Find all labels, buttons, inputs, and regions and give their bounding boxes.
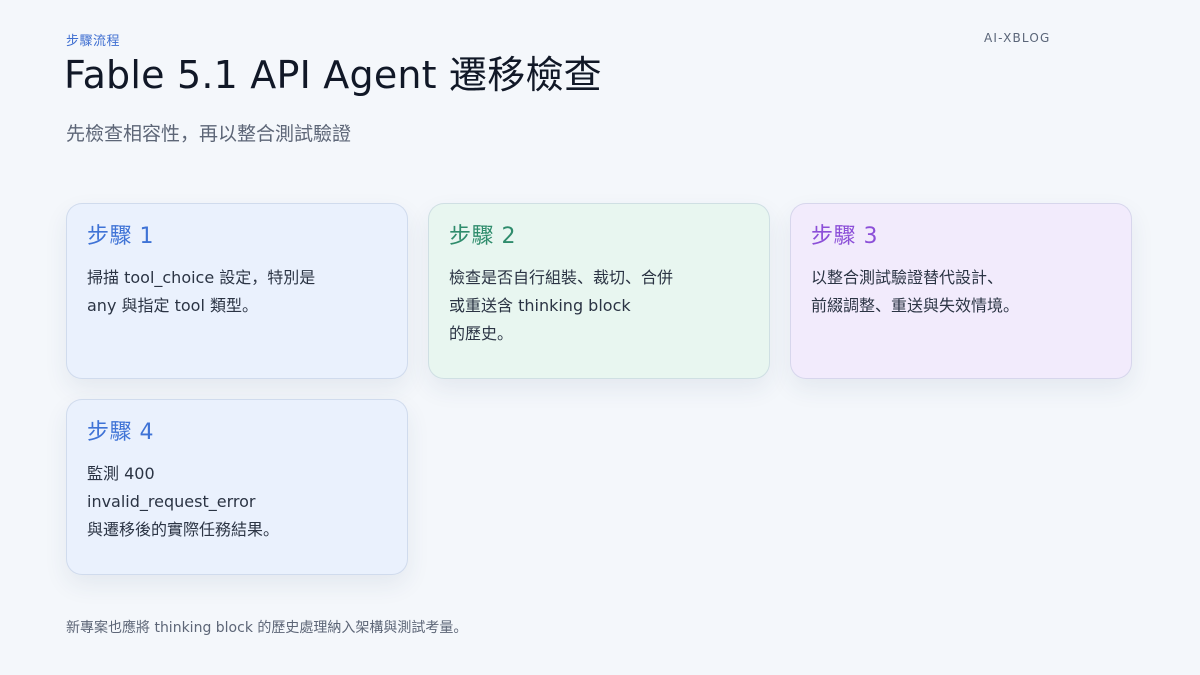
- step-card-2: 步驟 2 檢查是否自行組裝、裁切、合併 或重送含 thinking block …: [428, 203, 770, 379]
- step-card-1-line-1: 掃描 tool_choice 設定，特別是: [87, 268, 316, 287]
- page-title: Fable 5.1 API Agent 遷移檢查: [64, 53, 602, 97]
- step-card-4-line-2: invalid_request_error: [87, 492, 256, 511]
- step-card-1-title: 步驟 1: [87, 224, 154, 249]
- brand-label: AI-XBLOG: [984, 31, 1051, 45]
- step-card-2-line-1: 檢查是否自行組裝、裁切、合併: [449, 268, 674, 287]
- step-card-1-line-2: any 與指定 tool 類型。: [87, 296, 258, 315]
- step-card-2-title: 步驟 2: [449, 224, 516, 249]
- step-card-2-line-2: 或重送含 thinking block: [449, 296, 631, 315]
- step-card-4-title: 步驟 4: [87, 420, 154, 445]
- page-subtitle: 先檢查相容性，再以整合測試驗證: [66, 123, 352, 145]
- step-card-4: 步驟 4 監測 400 invalid_request_error 與遷移後的實…: [66, 399, 408, 575]
- step-card-4-line-1: 監測 400: [87, 464, 155, 483]
- step-card-1: 步驟 1 掃描 tool_choice 設定，特別是 any 與指定 tool …: [66, 203, 408, 379]
- step-card-2-line-3: 的歷史。: [449, 324, 514, 343]
- footer-note: 新專案也應將 thinking block 的歷史處理納入架構與測試考量。: [66, 620, 468, 636]
- step-card-3-title: 步驟 3: [811, 224, 878, 249]
- step-card-3-line-2: 前綴調整、重送與失效情境。: [811, 296, 1020, 315]
- step-card-3: 步驟 3 以整合測試驗證替代設計、 前綴調整、重送與失效情境。: [790, 203, 1132, 379]
- step-card-4-line-3: 與遷移後的實際任務結果。: [87, 520, 280, 539]
- step-card-3-line-1: 以整合測試驗證替代設計、: [811, 268, 1004, 287]
